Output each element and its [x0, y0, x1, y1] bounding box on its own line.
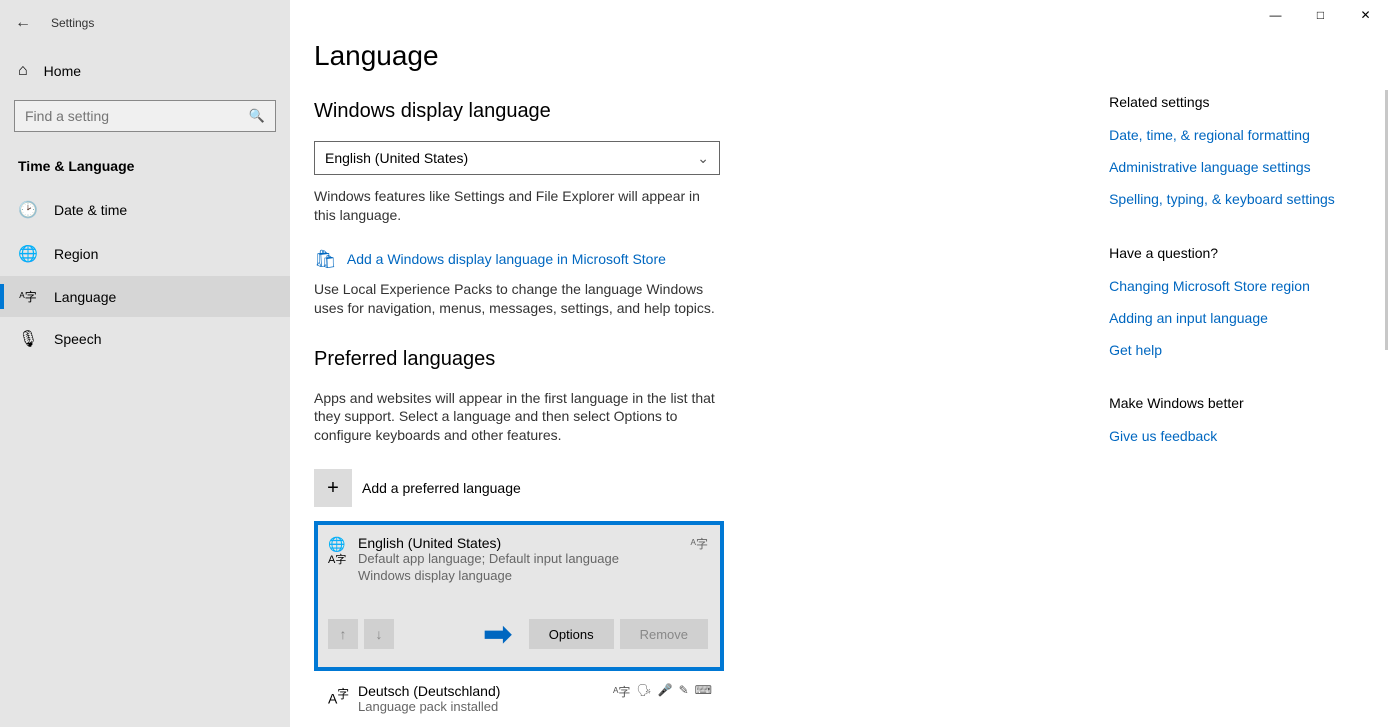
question-link[interactable]: Changing Microsoft Store region [1109, 277, 1348, 295]
back-button[interactable]: ← [15, 14, 31, 32]
content-column: Language Windows display language Englis… [314, 40, 1049, 707]
language-sub1: Default app language; Default input lang… [358, 551, 619, 568]
preferred-heading: Preferred languages [314, 348, 1049, 371]
lep-desc: Use Local Experience Packs to change the… [314, 280, 719, 318]
related-link[interactable]: Administrative language settings [1109, 158, 1348, 176]
clock-icon: 🕑 [18, 200, 38, 220]
window-title: Settings [51, 16, 94, 30]
language-item-english[interactable]: 🌐A字 English (United States) Default app … [314, 521, 724, 671]
feedback-link[interactable]: Give us feedback [1109, 427, 1348, 445]
nav-item-region[interactable]: 🌐 Region [0, 232, 290, 276]
window-controls: ― □ ✕ [1253, 0, 1388, 30]
add-language-label: Add a preferred language [362, 480, 521, 496]
related-link[interactable]: Date, time, & regional formatting [1109, 126, 1348, 144]
minimize-button[interactable]: ― [1253, 0, 1298, 30]
mic-icon: 🎙 [18, 329, 38, 349]
language-glyph-icon: A字 [328, 685, 358, 707]
page-title: Language [314, 40, 1049, 72]
language-badge-icon: ᴬ字 [691, 535, 708, 585]
nav-label: Date & time [54, 202, 127, 218]
nav-item-language[interactable]: ᴬ字 Language [0, 276, 290, 317]
language-sub: Language pack installed [358, 699, 500, 716]
question-link[interactable]: Adding an input language [1109, 309, 1348, 327]
preferred-desc: Apps and websites will appear in the fir… [314, 389, 719, 446]
search-input[interactable] [25, 108, 249, 124]
main-panel: Language Windows display language Englis… [290, 0, 1388, 727]
store-link[interactable]: Add a Windows display language in Micros… [347, 251, 666, 267]
plus-icon: + [314, 469, 352, 507]
language-glyph-icon: 🌐A字 [328, 537, 358, 585]
keyboard-icon: ⌨ [695, 683, 712, 700]
store-link-row[interactable]: 🛍 Add a Windows display language in Micr… [314, 249, 1049, 270]
question-link[interactable]: Get help [1109, 341, 1348, 359]
speech-icon: 🎤 [658, 683, 673, 700]
display-language-dropdown[interactable]: English (United States) ⌄ [314, 141, 720, 175]
sidebar: ← Settings ⌂ Home 🔍 Time & Language 🕑 Da… [0, 0, 290, 727]
home-label: Home [44, 63, 81, 79]
search-icon: 🔍 [249, 108, 265, 124]
remove-button[interactable]: Remove [620, 619, 708, 649]
dropdown-value: English (United States) [325, 150, 468, 166]
nav-item-date-time[interactable]: 🕑 Date & time [0, 188, 290, 232]
related-link[interactable]: Spelling, typing, & keyboard settings [1109, 190, 1348, 208]
nav-label: Region [54, 246, 98, 262]
category-title: Time & Language [0, 150, 290, 188]
language-sub2: Windows display language [358, 568, 619, 585]
right-column: Related settings Date, time, & regional … [1109, 40, 1348, 707]
related-settings-heading: Related settings [1109, 94, 1348, 110]
display-icon: ᴬ字 [613, 683, 630, 700]
search-box[interactable]: 🔍 [14, 100, 276, 132]
question-heading: Have a question? [1109, 245, 1348, 261]
nav-label: Speech [54, 331, 101, 347]
language-name: Deutsch (Deutschland) [358, 683, 500, 699]
nav-label: Language [54, 289, 116, 305]
close-button[interactable]: ✕ [1343, 0, 1388, 30]
pointer-arrow-icon: ➡ [483, 613, 513, 655]
feature-icons: ᴬ字 🗣 🎤 ✎ ⌨ [613, 683, 712, 700]
display-language-desc: Windows features like Settings and File … [314, 187, 719, 225]
titlebar: ← Settings [0, 10, 290, 52]
display-language-heading: Windows display language [314, 100, 1049, 123]
maximize-button[interactable]: □ [1298, 0, 1343, 30]
chevron-down-icon: ⌄ [697, 150, 709, 167]
language-name: English (United States) [358, 535, 619, 551]
nav-item-speech[interactable]: 🎙 Speech [0, 317, 290, 361]
tts-icon: 🗣 [636, 683, 651, 700]
language-icon: ᴬ字 [18, 288, 38, 305]
handwriting-icon: ✎ [679, 683, 689, 700]
options-button[interactable]: Options [529, 619, 614, 649]
home-nav[interactable]: ⌂ Home [0, 52, 290, 90]
move-up-button[interactable]: ↑ [328, 619, 358, 649]
language-item-deutsch[interactable]: A字 Deutsch (Deutschland) Language pack i… [314, 671, 724, 720]
globe-icon: 🌐 [18, 244, 38, 264]
home-icon: ⌂ [18, 62, 28, 80]
store-icon: 🛍 [314, 249, 337, 270]
move-down-button[interactable]: ↓ [364, 619, 394, 649]
feedback-heading: Make Windows better [1109, 395, 1348, 411]
add-language-button[interactable]: + Add a preferred language [314, 469, 1049, 507]
